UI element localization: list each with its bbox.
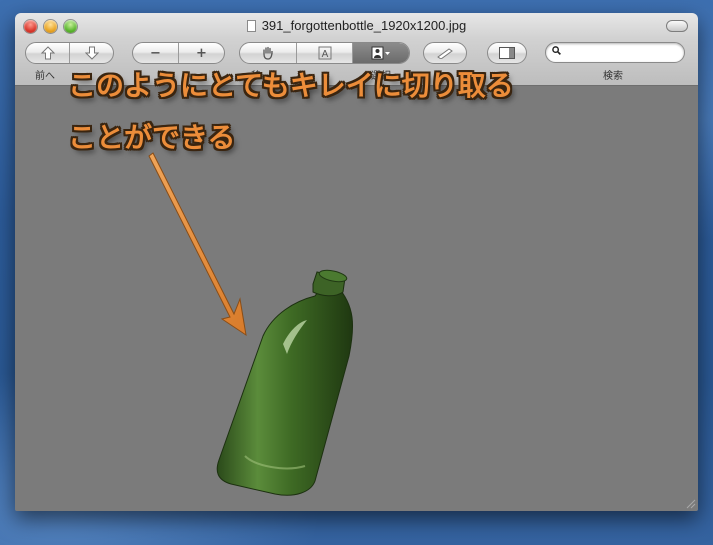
document-icon <box>246 20 256 32</box>
annotation-line2-text: ことができる <box>68 121 236 154</box>
hand-icon <box>263 46 273 60</box>
zoom-in-icon: + <box>196 45 207 61</box>
sidebar-button[interactable] <box>488 43 526 63</box>
arrow-down-icon <box>84 46 99 60</box>
tool-mode-control: A <box>239 42 410 64</box>
magnifier-icon <box>552 46 561 55</box>
annotation-text-line2: ことができる <box>68 116 235 156</box>
zoom-control: − + <box>132 42 225 64</box>
selection-icon <box>371 46 391 60</box>
back-button[interactable] <box>26 43 70 63</box>
window-title: 391_forgottenbottle_1920x1200.jpg <box>261 18 467 33</box>
annotate-control <box>423 42 467 64</box>
back-label: 前へ <box>35 71 55 82</box>
select-tool-button[interactable] <box>353 43 410 63</box>
zoom-out-icon: − <box>150 45 161 61</box>
annotation-line1-text: このようにとてもキレイに切り取る <box>68 69 514 102</box>
toolbar-toggle-button[interactable] <box>666 20 688 32</box>
window-title-wrap: 391_forgottenbottle_1920x1200.jpg <box>15 18 698 33</box>
svg-text:A: A <box>321 49 328 60</box>
arrow-up-icon <box>40 46 55 60</box>
zoom-in-button[interactable]: + <box>179 43 224 63</box>
annotation-text-line1: このようにとてもキレイに切り取る <box>68 64 514 104</box>
back-forward-control <box>25 42 114 64</box>
sidebar-control <box>487 42 527 64</box>
sidebar-icon <box>499 47 515 59</box>
annotate-button[interactable] <box>424 43 466 63</box>
resize-grip-icon[interactable] <box>684 497 696 509</box>
search-label: 検索 <box>603 71 623 82</box>
pencil-icon <box>437 48 453 59</box>
move-tool-button[interactable] <box>240 43 297 63</box>
zoom-out-button[interactable]: − <box>133 43 179 63</box>
text-tool-button[interactable]: A <box>297 43 354 63</box>
search-field[interactable] <box>545 42 685 63</box>
forward-button[interactable] <box>70 43 113 63</box>
text-select-icon: A <box>318 46 331 60</box>
